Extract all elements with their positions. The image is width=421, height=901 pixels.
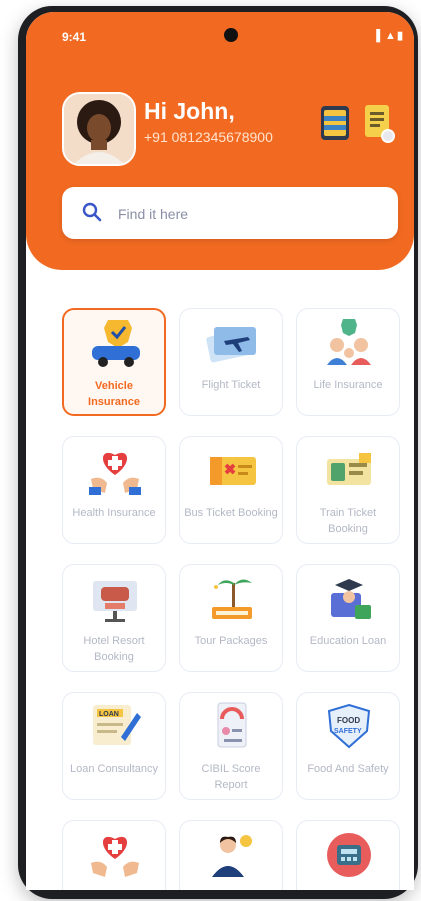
car-shield-icon [92, 320, 140, 367]
service-card-vehicle-insurance[interactable]: Vehicle Insurance [62, 308, 166, 416]
phone-number: +91 0812345678900 [144, 129, 273, 145]
education-icon [331, 579, 371, 619]
service-label: Flight Ticket [201, 379, 261, 391]
food-safety-icon: FOOD SAFETY [327, 703, 371, 749]
service-card-train-ticket[interactable]: Train Ticket Booking [296, 436, 400, 544]
status-bar: 9:41 ▌▲▮ [26, 12, 414, 48]
service-card-calculator[interactable] [296, 820, 400, 890]
service-card-health-insurance[interactable]: Health Insurance [62, 436, 166, 544]
header: 9:41 ▌▲▮ Hi John, +91 0812345678900 [26, 12, 414, 270]
greeting-text: Hi John, [144, 98, 235, 124]
service-card-flight-ticket[interactable]: Flight Ticket [179, 308, 283, 416]
loan-icon: LOAN [93, 705, 141, 745]
service-card-cibil-score[interactable]: CIBIL Score Report [179, 692, 283, 800]
service-label: Tour Packages [194, 635, 268, 647]
bus-ticket-icon [210, 457, 256, 485]
family-icon [327, 319, 371, 365]
search-bar[interactable] [62, 187, 398, 239]
service-label: Loan Consultancy [69, 763, 159, 775]
svg-text:SAFETY: SAFETY [334, 728, 362, 735]
heart-hands-icon [89, 452, 141, 495]
service-card-hotel-resort[interactable]: Hotel Resort Booking [62, 564, 166, 672]
avatar-portrait [64, 94, 134, 164]
svg-text:FOOD: FOOD [337, 716, 360, 725]
document-icon[interactable] [362, 102, 396, 144]
service-card-food-safety[interactable]: FOOD SAFETY Food And Safety [296, 692, 400, 800]
service-label: Food And Safety [307, 763, 389, 775]
service-label: Health Insurance [72, 507, 156, 519]
service-label: Vehicle Insurance [88, 380, 140, 408]
service-label: CIBIL Score Report [201, 763, 261, 791]
resort-icon [212, 579, 252, 619]
plane-ticket-icon [206, 327, 256, 363]
service-label: Train Ticket Booking [319, 507, 377, 535]
service-card-bus-ticket[interactable]: Bus Ticket Booking [179, 436, 283, 544]
heart-hands-icon [91, 836, 139, 877]
service-card-consultant[interactable] [179, 820, 283, 890]
service-label: Hotel Resort Booking [83, 635, 145, 663]
hotel-icon [93, 581, 137, 622]
consultant-icon [212, 835, 252, 877]
status-indicators: ▌▲▮ [376, 30, 404, 42]
service-card-education-loan[interactable]: Education Loan [296, 564, 400, 672]
service-card-tour-packages[interactable]: Tour Packages [179, 564, 283, 672]
wallet-icon[interactable] [318, 102, 352, 144]
status-time: 9:41 [62, 30, 87, 44]
avatar[interactable] [62, 92, 136, 166]
service-card-life-insurance[interactable]: Life Insurance [296, 308, 400, 416]
camera-dot [224, 28, 238, 42]
service-card-health[interactable] [62, 820, 166, 890]
svg-text:LOAN: LOAN [99, 711, 119, 718]
service-label: Education Loan [309, 635, 387, 647]
train-ticket-icon [327, 453, 371, 485]
service-label: Bus Ticket Booking [184, 507, 278, 519]
score-report-icon [217, 702, 247, 748]
calculator-icon [327, 833, 371, 877]
service-label: Life Insurance [313, 379, 383, 391]
services-grid: Vehicle Insurance Flight Ticket Life Ins… [62, 308, 412, 890]
search-input[interactable] [116, 197, 380, 231]
app-screen: 9:41 ▌▲▮ Hi John, +91 0812345678900 Find… [26, 12, 414, 890]
search-icon [82, 202, 102, 222]
service-card-loan-consultancy[interactable]: LOAN Loan Consultancy [62, 692, 166, 800]
